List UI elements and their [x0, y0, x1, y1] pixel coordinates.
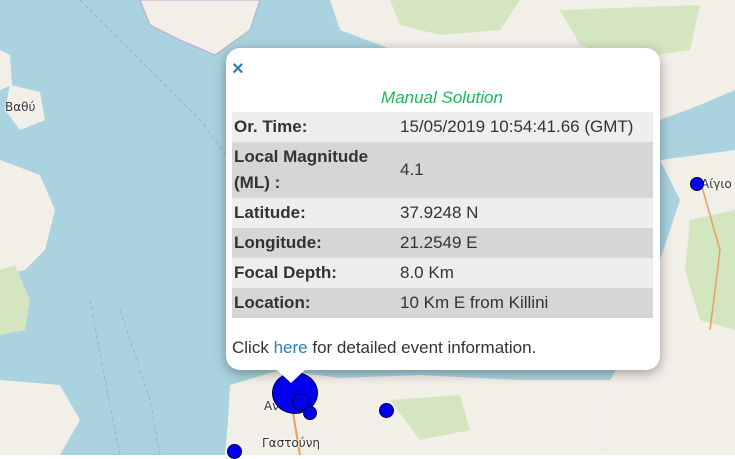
- earthquake-marker[interactable]: [227, 444, 242, 459]
- place-label-gastouni: Γαστούνη: [262, 436, 321, 450]
- footer-suffix: for detailed event information.: [312, 338, 537, 357]
- table-row: Location: 10 Km E from Killini: [232, 288, 653, 318]
- details-link[interactable]: here: [274, 338, 308, 357]
- footer-prefix: Click: [232, 338, 269, 357]
- row-value: 21.2549 E: [400, 233, 478, 252]
- island: [0, 265, 30, 335]
- place-label-aigio: Αίγιο: [701, 177, 732, 191]
- land-area: [139, 0, 261, 56]
- row-value: 10 Km E from Killini: [400, 293, 549, 312]
- row-key: Latitude:: [234, 203, 306, 222]
- island: [0, 50, 12, 90]
- row-key: Longitude:: [234, 233, 322, 252]
- row-key: Local Magnitude (ML) :: [234, 147, 369, 192]
- table-row: Focal Depth: 8.0 Km: [232, 258, 653, 288]
- close-icon[interactable]: ×: [232, 58, 244, 80]
- row-key: Focal Depth:: [234, 263, 337, 282]
- row-key: Location:: [234, 293, 311, 312]
- popup-title: Manual Solution: [381, 88, 503, 107]
- row-value: 37.9248 N: [400, 203, 479, 222]
- row-value: 4.1: [400, 160, 424, 179]
- island: [0, 160, 55, 275]
- table-row: Latitude: 37.9248 N: [232, 198, 653, 228]
- boundary-line: [89, 299, 121, 455]
- earthquake-marker[interactable]: [379, 403, 394, 418]
- event-info-table: Or. Time: 15/05/2019 10:54:41.66 (GMT) L…: [232, 112, 653, 318]
- row-value: 8.0 Km: [400, 263, 454, 282]
- row-key: Or. Time:: [234, 117, 308, 136]
- boundary-line: [119, 309, 161, 455]
- island: [0, 380, 80, 455]
- table-row: Longitude: 21.2549 E: [232, 228, 653, 258]
- row-value: 15/05/2019 10:54:41.66 (GMT): [400, 117, 634, 136]
- popup-footer: Click here for detailed event informatio…: [232, 338, 536, 358]
- table-row: Local Magnitude (ML) : 4.1: [232, 142, 653, 198]
- place-label-vathy: Βαθύ: [5, 100, 36, 114]
- earthquake-marker[interactable]: [690, 177, 704, 191]
- earthquake-marker[interactable]: [303, 406, 317, 420]
- popup-tip: [275, 368, 307, 383]
- table-row: Or. Time: 15/05/2019 10:54:41.66 (GMT): [232, 112, 653, 142]
